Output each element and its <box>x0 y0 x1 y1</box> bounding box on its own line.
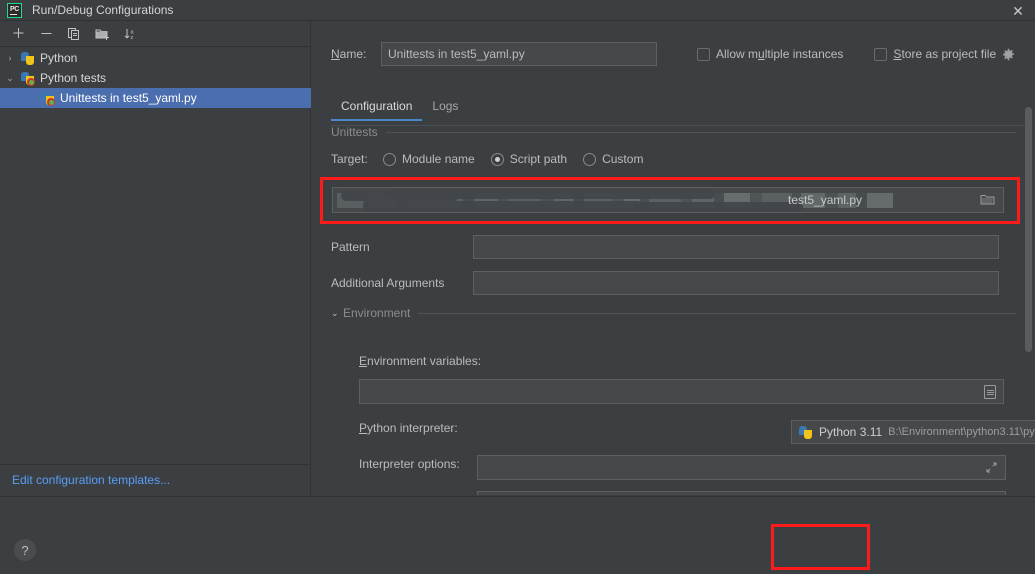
radio-module-name[interactable]: Module name <box>383 152 475 166</box>
radio-button[interactable] <box>383 152 396 166</box>
python-icon <box>20 51 35 66</box>
radio-button[interactable] <box>583 152 597 166</box>
gear-icon[interactable] <box>1001 47 1015 61</box>
environment-variables-list-icon[interactable] <box>984 385 996 399</box>
window-title: Run/Debug Configurations <box>32 3 174 17</box>
additional-arguments-label: Additional Arguments <box>331 276 445 290</box>
interpreter-options-input[interactable] <box>477 455 1006 480</box>
python-interpreter-label: Python interpreter: <box>359 421 458 435</box>
environment-variables-input[interactable] <box>359 379 1004 404</box>
pattern-row: Pattern <box>331 235 999 259</box>
radio-script-path[interactable]: Script path <box>490 152 568 166</box>
expand-arrow-icon[interactable]: › <box>0 53 20 63</box>
python-tests-icon <box>40 91 55 106</box>
python-interpreter-name: Python 3.11 <box>819 425 883 439</box>
left-panel-footer: Edit configuration templates... <box>0 464 311 495</box>
svg-text:z: z <box>130 35 133 41</box>
expand-icon[interactable] <box>986 462 997 476</box>
tree-item-label: Python <box>40 51 78 65</box>
store-as-project-file-checkbox[interactable]: Store as project file <box>874 47 1015 61</box>
pycharm-logo-icon: PC <box>7 2 22 18</box>
unittests-group-label: Unittests <box>331 125 378 139</box>
working-directory-label: Working directory: <box>359 493 455 495</box>
name-row: Name: Allow multiple instances Store as … <box>331 42 1025 66</box>
python-tests-icon <box>20 71 35 86</box>
pattern-input[interactable] <box>473 235 999 259</box>
configuration-tabs[interactable]: Configuration Logs <box>331 95 468 125</box>
pycharm-logo-text: PC <box>9 5 20 13</box>
folder-icon[interactable] <box>980 193 995 206</box>
new-folder-button[interactable] <box>89 22 115 46</box>
pattern-label: Pattern <box>331 240 370 254</box>
close-icon[interactable]: ✕ <box>1001 0 1035 21</box>
python-interpreter-label-row: Python interpreter: <box>359 421 458 435</box>
script-path-visible-text: test5_yaml.py <box>788 193 863 207</box>
collapse-arrow-icon[interactable]: ⌄ <box>0 73 20 84</box>
python-interpreter-dropdown[interactable]: Python 3.11 B:\Environment\python3.11\py… <box>791 420 1035 444</box>
radio-button-selected[interactable] <box>490 152 504 166</box>
tree-item-label: Unittests in test5_yaml.py <box>60 91 197 105</box>
target-row: Target: Module name Script path Custom <box>331 152 659 166</box>
scrollbar-thumb[interactable] <box>1025 107 1032 352</box>
tree-item-label: Python tests <box>40 71 107 85</box>
unittests-group-separator: Unittests <box>331 125 1016 139</box>
interpreter-options-label-row: Interpreter options: <box>359 457 460 471</box>
environment-variables-label: Environment variables: <box>359 354 482 368</box>
additional-arguments-input[interactable] <box>473 271 999 295</box>
environment-group-label: Environment <box>343 306 411 320</box>
name-label-rest: ame: <box>339 47 367 61</box>
checkbox-box[interactable] <box>697 47 710 61</box>
chevron-down-icon[interactable]: ⌄ <box>331 308 343 319</box>
tab-logs[interactable]: Logs <box>422 95 468 121</box>
radio-label: Module name <box>402 152 475 166</box>
tree-item-python-tests[interactable]: ⌄ Python tests <box>0 68 311 88</box>
name-label: Name: <box>331 47 367 61</box>
separator-line <box>385 131 1016 133</box>
radio-label: Script path <box>509 152 568 166</box>
configurations-tree[interactable]: › Python ⌄ Python tests Unittests in tes… <box>0 48 311 464</box>
separator-line <box>418 312 1016 314</box>
remove-configuration-button[interactable] <box>33 22 59 46</box>
environment-variables-label-row: Environment variables: <box>359 354 481 368</box>
configurations-panel: a z › Python ⌄ Python tests Unittests in… <box>0 21 311 495</box>
tree-item-python[interactable]: › Python <box>0 48 311 68</box>
edit-configuration-templates-link[interactable]: Edit configuration templates... <box>12 473 170 487</box>
additional-arguments-row: Additional Arguments <box>331 271 999 295</box>
radio-custom[interactable]: Custom <box>583 152 643 166</box>
title-bar: PC Run/Debug Configurations ✕ <box>0 0 1035 21</box>
sort-configurations-button[interactable]: a z <box>117 22 143 46</box>
name-input[interactable] <box>381 42 657 66</box>
working-directory-label-row: Working directory: <box>359 493 455 495</box>
help-button[interactable]: ? <box>14 539 36 561</box>
python-interpreter-path: B:\Environment\python3.11\python.exe <box>888 426 1035 438</box>
python-icon <box>798 425 813 440</box>
allow-multiple-instances-label: Allow multiple instances <box>716 47 844 61</box>
radio-label: Custom <box>602 152 644 166</box>
environment-group-separator[interactable]: ⌄ Environment <box>331 306 1016 320</box>
tab-configuration[interactable]: Configuration <box>331 95 423 121</box>
script-path-input[interactable]: test5_yaml.py <box>332 187 1004 213</box>
configurations-toolbar: a z <box>0 21 311 47</box>
dialog-button-bar: ? OK Cancel Apply <box>0 496 1035 574</box>
working-directory-input[interactable] <box>477 491 1006 495</box>
target-label: Target: <box>331 152 368 166</box>
copy-configuration-button[interactable] <box>61 22 87 46</box>
tree-item-unittests-in-test5-yaml[interactable]: Unittests in test5_yaml.py <box>0 88 311 108</box>
run-debug-configurations-dialog: PC Run/Debug Configurations ✕ a z › Pyth… <box>0 0 1035 574</box>
checkbox-box[interactable] <box>874 47 888 61</box>
interpreter-options-label: Interpreter options: <box>359 457 460 471</box>
store-as-project-file-label: Store as project file <box>893 47 997 61</box>
allow-multiple-instances-checkbox[interactable]: Allow multiple instances <box>697 47 843 61</box>
vertical-scrollbar[interactable] <box>1024 107 1033 495</box>
configuration-details-panel: Name: Allow multiple instances Store as … <box>312 21 1035 495</box>
add-configuration-button[interactable] <box>5 22 31 46</box>
